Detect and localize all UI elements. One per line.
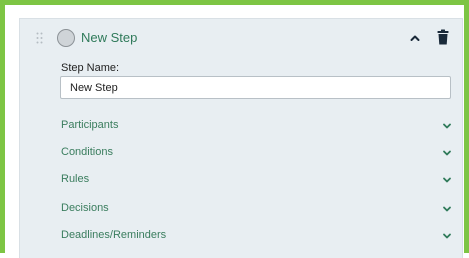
section-label: Decisions (61, 202, 109, 214)
section-label: Conditions (61, 146, 113, 158)
step-name-input[interactable] (60, 76, 451, 99)
section-label: Participants (61, 119, 119, 131)
section-label: Deadlines/Reminders (61, 229, 167, 241)
chevron-down-icon[interactable] (442, 204, 452, 214)
step-title: New Step (81, 30, 138, 45)
step-status-circle-icon (57, 29, 75, 47)
section-rules[interactable]: Rules (60, 170, 452, 190)
chevron-down-icon[interactable] (442, 121, 452, 131)
section-participants[interactable]: Participants (60, 116, 452, 136)
step-name-label: Step Name: (61, 62, 120, 74)
drag-handle-icon[interactable] (36, 32, 43, 44)
section-decisions[interactable]: Decisions (60, 199, 452, 219)
chevron-down-icon[interactable] (442, 148, 452, 158)
highlight-frame: New Step Step Name: Participants Conditi… (0, 0, 469, 258)
chevron-down-icon[interactable] (442, 231, 452, 241)
section-deadlines-reminders[interactable]: Deadlines/Reminders (60, 226, 452, 246)
step-header[interactable]: New Step (20, 19, 462, 59)
section-label: Rules (61, 173, 90, 185)
step-card: New Step Step Name: Participants Conditi… (19, 18, 463, 258)
chevron-up-icon[interactable] (408, 31, 422, 45)
section-conditions[interactable]: Conditions (60, 143, 452, 163)
trash-icon[interactable] (437, 29, 449, 45)
chevron-down-icon[interactable] (442, 175, 452, 185)
